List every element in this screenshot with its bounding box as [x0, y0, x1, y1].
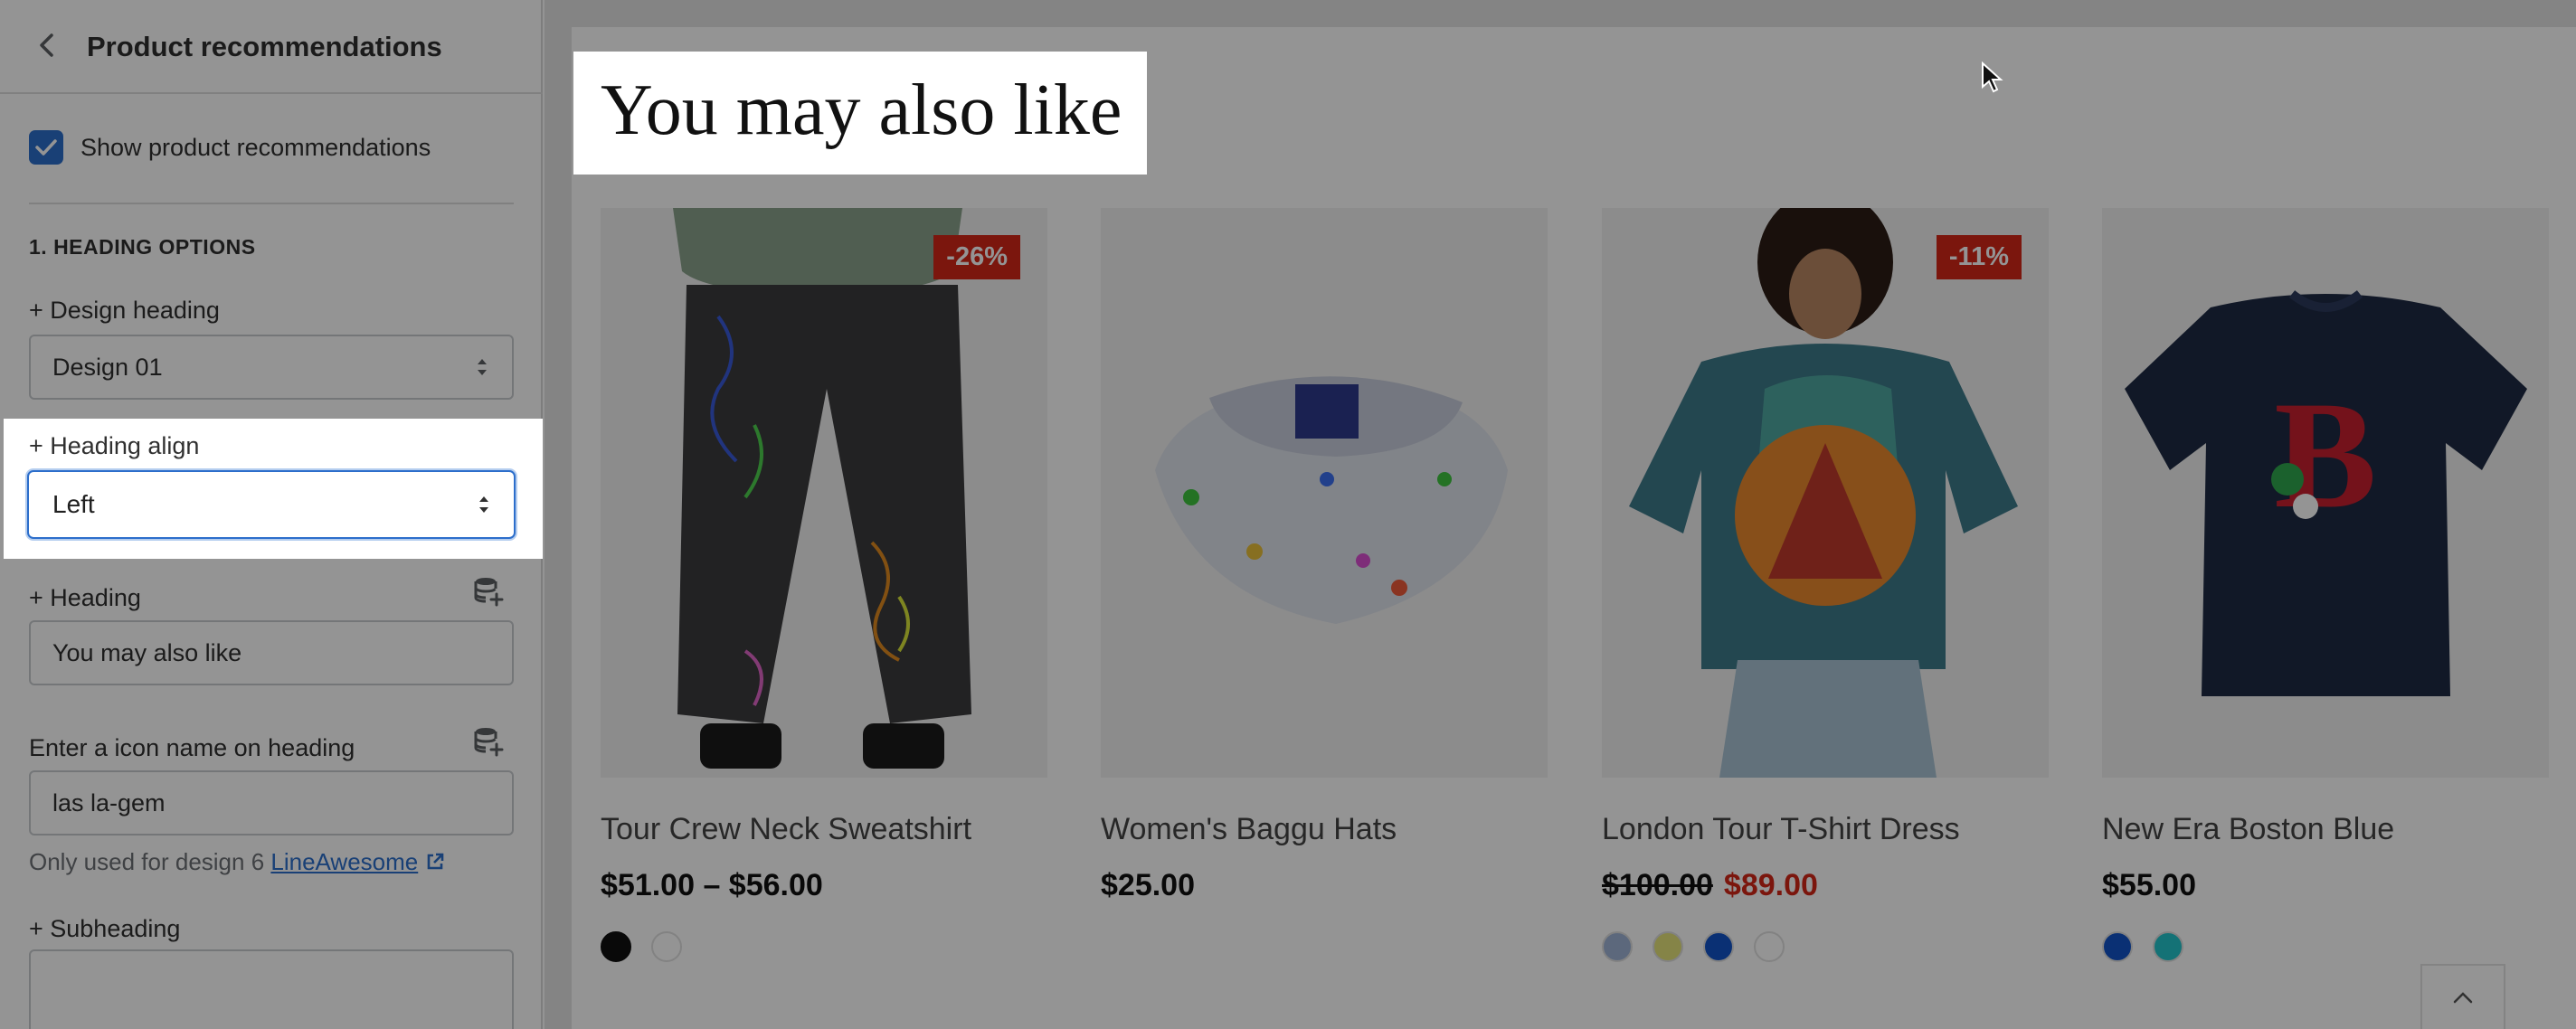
design-heading-value: Design 01: [52, 353, 163, 381]
design-heading-select[interactable]: Design 01: [29, 335, 514, 400]
recommendations-heading: You may also like: [601, 71, 1122, 150]
product-price: $100.00 $89.00: [1602, 868, 1818, 903]
color-swatch[interactable]: [1602, 931, 1633, 962]
dynamic-source-icon[interactable]: [472, 725, 505, 758]
checkmark-icon: [35, 139, 57, 156]
product-name[interactable]: Tour Crew Neck Sweatshirt: [601, 812, 971, 847]
sidebar-header: Product recommendations: [0, 0, 543, 94]
product-name[interactable]: Women's Baggu Hats: [1101, 812, 1397, 847]
icon-name-value: las la-gem: [52, 788, 166, 817]
product-name[interactable]: New Era Boston Blue: [2102, 812, 2394, 847]
product-image[interactable]: B: [2102, 208, 2549, 778]
back-button[interactable]: [27, 25, 67, 65]
original-price: $100.00: [1602, 868, 1713, 902]
color-swatch[interactable]: [601, 931, 631, 962]
product-price: $25.00: [1101, 868, 1195, 902]
heading-align-label: + Heading align: [29, 432, 200, 459]
tshirt-dress-image: [1602, 208, 2049, 778]
subheading-input[interactable]: [29, 949, 514, 1029]
show-recommendations-label: Show product recommendations: [80, 133, 431, 161]
color-swatch[interactable]: [1703, 931, 1734, 962]
product-card[interactable]: Women's Baggu Hats $25.00: [1101, 208, 1548, 902]
help-text-label: Only used for design 6: [29, 848, 265, 875]
svg-text:B: B: [2274, 370, 2376, 540]
help-text: Only used for design 6 LineAwesome: [29, 848, 446, 876]
divider: [29, 203, 514, 204]
heading-label: + Heading: [29, 584, 141, 611]
show-recommendations-checkbox-row[interactable]: Show product recommendations: [29, 130, 431, 165]
chevron-up-icon: [2453, 992, 2473, 1004]
lineawesome-link[interactable]: LineAwesome: [270, 848, 418, 875]
subheading-label: + Subheading: [29, 915, 181, 942]
product-price: $51.00 – $56.00: [601, 868, 823, 902]
product-card[interactable]: -26% Tour Crew Neck Sweatshirt $51.00 – …: [601, 208, 1047, 962]
external-link-icon[interactable]: [424, 851, 446, 873]
dynamic-source-icon[interactable]: [472, 575, 505, 608]
color-swatches: [601, 931, 682, 962]
mouse-cursor-icon: [1982, 61, 2003, 93]
visor-hat-image: [1101, 208, 1548, 778]
product-image[interactable]: [1101, 208, 1548, 778]
color-swatch[interactable]: [1754, 931, 1785, 962]
product-image[interactable]: -11%: [1602, 208, 2049, 778]
heading-input-value: You may also like: [52, 638, 242, 666]
select-arrows-icon: [479, 496, 488, 513]
color-swatch[interactable]: [651, 931, 682, 962]
product-image[interactable]: -26%: [601, 208, 1047, 778]
heading-align-select[interactable]: Left: [27, 470, 516, 539]
sidebar-title: Product recommendations: [87, 31, 442, 62]
select-arrows-icon: [478, 359, 487, 375]
color-swatch[interactable]: [2153, 931, 2183, 962]
heading-align-value: Left: [52, 490, 95, 518]
product-name[interactable]: London Tour T-Shirt Dress: [1602, 812, 1960, 847]
heading-input[interactable]: You may also like: [29, 620, 514, 685]
chevron-left-icon: [40, 33, 53, 57]
color-swatch[interactable]: [2102, 931, 2133, 962]
color-swatches: [1602, 931, 1785, 962]
sweatpants-image: [601, 208, 1047, 778]
icon-name-label: Enter a icon name on heading: [29, 734, 355, 761]
product-price: $55.00: [2102, 868, 2196, 902]
scroll-to-top-button[interactable]: [2420, 964, 2505, 1029]
color-swatch[interactable]: [1653, 931, 1683, 962]
sale-price: $89.00: [1723, 868, 1818, 902]
product-card[interactable]: B New Era Boston Blue $55.00: [2102, 208, 2549, 962]
design-heading-label: + Design heading: [29, 297, 220, 324]
lineawesome-link-label: LineAwesome: [270, 848, 419, 875]
discount-badge: -11%: [1936, 235, 2022, 279]
icon-name-input[interactable]: las la-gem: [29, 770, 514, 835]
discount-badge: -26%: [933, 235, 1020, 279]
section-title: 1. HEADING OPTIONS: [29, 235, 256, 259]
color-swatches: [2102, 931, 2183, 962]
product-card[interactable]: -11% London Tour T-Shirt Dress $100.00 $8…: [1602, 208, 2049, 962]
show-recommendations-checkbox[interactable]: [29, 130, 63, 165]
boston-tshirt-image: B: [2102, 208, 2549, 778]
